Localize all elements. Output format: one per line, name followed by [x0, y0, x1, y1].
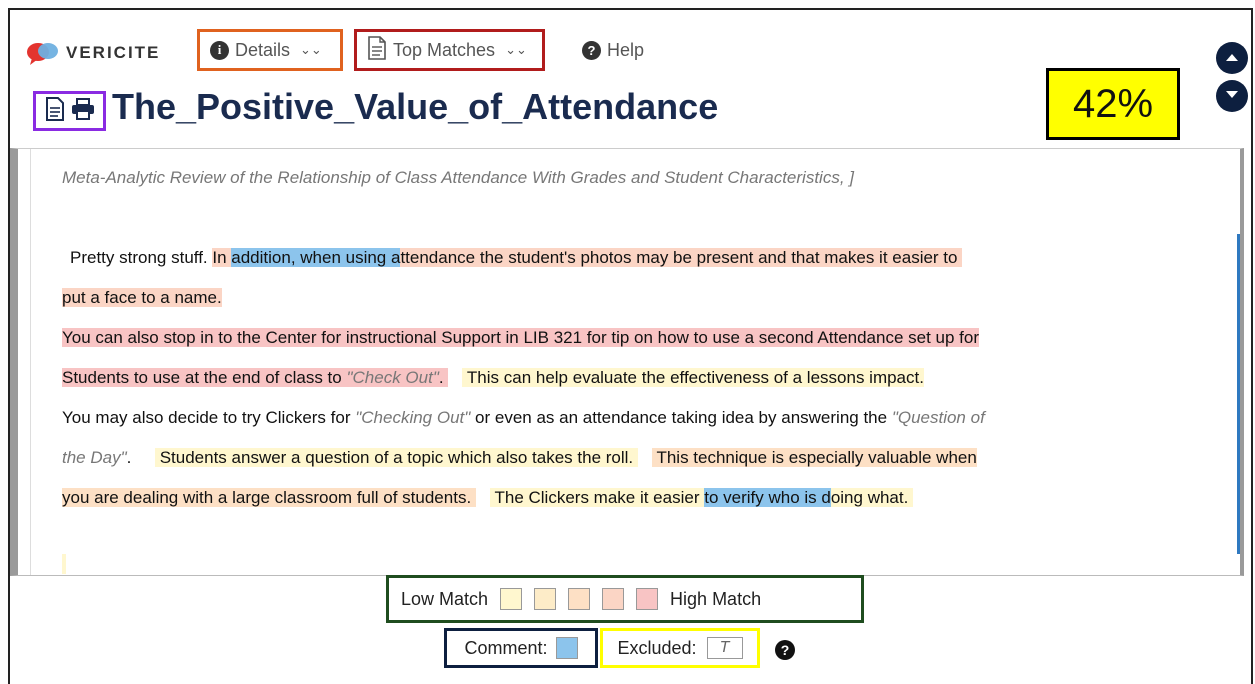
vericite-logo: VERICITE [26, 40, 160, 66]
speech-bubbles-icon [26, 40, 60, 66]
legend-swatch [636, 588, 659, 610]
vertical-scrollbar[interactable] [1237, 234, 1240, 554]
excluded-legend: Excluded: T [600, 628, 760, 668]
legend-swatch [500, 588, 523, 610]
title-icon-group [33, 91, 106, 131]
caret-up-icon [1225, 49, 1239, 67]
text-line: Pretty strong stuff. In addition, when u… [70, 241, 963, 275]
scroll-up-button[interactable] [1216, 42, 1248, 74]
double-chevron-down-icon: ⌄⌄ [300, 42, 322, 57]
legend-swatch [534, 588, 557, 610]
text-line: you are dealing with a large classroom f… [62, 481, 914, 515]
top-matches-label: Top Matches [393, 39, 496, 60]
document-view-icon[interactable] [45, 96, 65, 126]
similarity-score: 42% [1046, 68, 1180, 140]
comment-highlight[interactable]: to verify who is d [704, 488, 831, 507]
match-highlight[interactable]: The Clickers make it easier to verify wh… [490, 488, 914, 507]
match-highlight[interactable]: This can help evaluate the effectiveness… [462, 368, 924, 387]
double-chevron-down-icon: ⌄⌄ [505, 42, 527, 57]
comment-label: Comment: [464, 637, 548, 658]
top-matches-button[interactable]: Top Matches ⌄⌄ [354, 29, 545, 71]
text-line: You can also stop in to the Center for i… [62, 321, 980, 355]
print-icon[interactable] [71, 97, 95, 125]
text-line: Meta-Analytic Review of the Relationship… [62, 168, 854, 187]
comment-swatch [555, 637, 578, 659]
document-text-panel[interactable]: Meta-Analytic Review of the Relationship… [10, 148, 1244, 576]
text-line: put a face to a name. [62, 281, 222, 315]
match-highlight[interactable]: You can also stop in to the Center for i… [62, 328, 980, 347]
document-icon [367, 35, 387, 65]
brand-name: VERICITE [66, 43, 161, 62]
match-highlight[interactable]: In addition, when using attendance the s… [212, 248, 963, 267]
panel-divider [30, 149, 31, 575]
document-title: The_Positive_Value_of_Attendance [112, 86, 719, 127]
help-button[interactable]: ? Help [572, 29, 662, 71]
text-line: You may also decide to try Clickers for … [62, 408, 985, 427]
comment-legend: Comment: [444, 628, 598, 668]
excluded-sample: T [706, 637, 743, 659]
match-highlight[interactable]: put a face to a name. [62, 288, 222, 307]
text-line: the Day". Students answer a question of … [62, 448, 977, 467]
match-highlight[interactable]: Students answer a question of a topic wh… [154, 448, 638, 467]
match-highlight[interactable]: This technique is especially valuable wh… [652, 448, 977, 467]
excluded-label: Excluded: [617, 637, 697, 658]
details-button[interactable]: i Details ⌄⌄ [197, 29, 343, 71]
caret-down-icon [1225, 87, 1239, 105]
match-highlight-fragment [62, 554, 66, 574]
legend-swatch [568, 588, 591, 610]
comment-highlight[interactable]: addition, when using a [231, 248, 401, 267]
match-highlight[interactable]: you are dealing with a large classroom f… [62, 488, 476, 507]
legend-swatch [602, 588, 625, 610]
details-label: Details [235, 39, 291, 60]
scroll-down-button[interactable] [1216, 80, 1248, 112]
text-line: Students to use at the end of class to "… [62, 361, 924, 395]
legend-help-icon[interactable]: ? [775, 640, 795, 660]
low-match-label: Low Match [401, 588, 489, 609]
help-icon: ? [582, 40, 601, 60]
match-legend: Low Match High Match [386, 575, 864, 623]
match-highlight[interactable]: Students to use at the end of class to "… [62, 368, 449, 387]
help-label: Help [607, 39, 645, 60]
high-match-label: High Match [670, 588, 762, 609]
info-icon: i [210, 40, 229, 60]
